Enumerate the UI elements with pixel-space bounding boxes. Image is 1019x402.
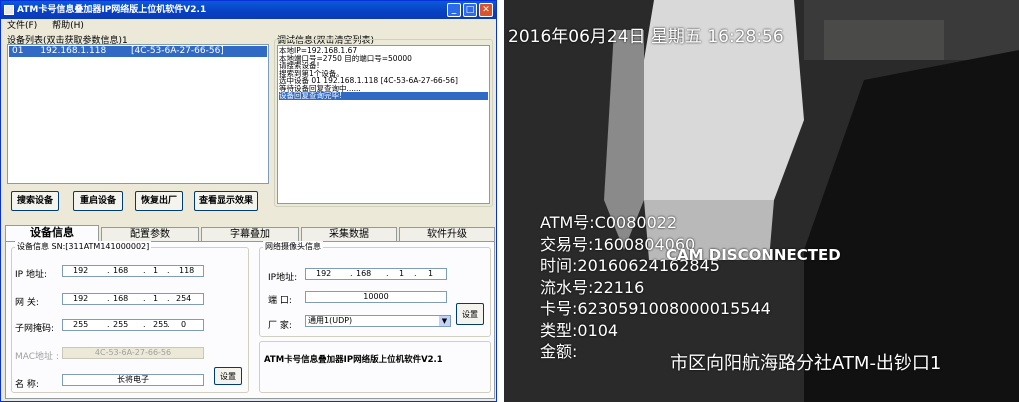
subnet-mask-field[interactable]: 255 . 255 . 255 . 0 [62, 319, 204, 331]
gateway-field[interactable]: 192 . 168 . 1 . 254 [62, 293, 204, 305]
overlay-serial-no: 流水号:22116 [540, 277, 645, 297]
vendor-select[interactable]: 通用1(UDP) ▼ [305, 315, 451, 327]
app-window: ATM卡号信息叠加器IP网络版上位机软件V2.1 _ □ ✕ 文件(F) 帮助(… [0, 0, 497, 402]
tab-collect-data[interactable]: 采集数据 [301, 227, 397, 241]
device-index: 01 [12, 46, 24, 56]
camera-set-button[interactable]: 设置 [456, 303, 484, 325]
tab-config-params[interactable]: 配置参数 [101, 227, 199, 241]
title-bar[interactable]: ATM卡号信息叠加器IP网络版上位机软件V2.1 _ □ ✕ [1, 1, 496, 19]
close-button[interactable]: ✕ [479, 3, 493, 17]
vendor-label: 厂 家: [268, 321, 292, 331]
mac-field: 4C-53-6A-27-66-56 [62, 347, 204, 359]
mask-label: 子网掩码: [15, 324, 55, 334]
overlay-type: 类型:0104 [540, 320, 619, 340]
mask-octet: 255 [73, 320, 89, 329]
debug-line: 搜索到第1个设备。 [279, 68, 344, 78]
restart-device-button[interactable]: 重启设备 [73, 191, 123, 211]
minimize-button[interactable]: _ [447, 3, 461, 17]
gateway-octet: 254 [176, 294, 192, 303]
footer-group [259, 341, 491, 393]
name-label: 名 称: [15, 380, 39, 390]
overlay-lines: ATM号:C0080022 交易号:1600804060 时间:20160624… [540, 212, 771, 363]
device-mac: [4C-53-6A-27-66-56] [131, 46, 224, 56]
camera-ip-octet: 192 [316, 269, 332, 278]
chevron-down-icon[interactable]: ▼ [439, 316, 450, 326]
tab-subtitle-overlay[interactable]: 字幕叠加 [201, 227, 299, 241]
camera-location: 市区向阳航海路分社ATM-出钞口1 [670, 353, 942, 374]
ip-label: IP 地址: [15, 270, 47, 280]
maximize-button[interactable]: □ [463, 3, 477, 17]
device-list[interactable]: 01 192.168.1.118 [4C-53-6A-27-66-56] [7, 44, 269, 184]
camera-info-group-label: 网络摄像头信息 [263, 241, 323, 252]
view-display-button[interactable]: 查看显示效果 [194, 191, 258, 211]
vendor-select-value: 通用1(UDP) [308, 316, 353, 325]
device-set-button[interactable]: 设置 [214, 367, 242, 385]
overlay-card-no: 卡号:6230591008000015544 [540, 299, 771, 318]
debug-list[interactable]: 本地IP=192.168.1.67 本地端口号=2750 目的端口号=50000… [277, 45, 490, 204]
overlay-atm-id: ATM号:C0080022 [540, 213, 678, 232]
tab-software-upgrade[interactable]: 软件升级 [399, 227, 495, 241]
camera-ip-octet: 1 [399, 269, 405, 278]
camera-view: 2016年06月24日 星期五 16:28:56 ATM号:C0080022 交… [504, 0, 1019, 402]
menu-help[interactable]: 帮助(H) [52, 21, 84, 31]
mask-octet: 0 [181, 320, 187, 329]
app-icon [4, 5, 14, 15]
device-info-group-label: 设备信息 SN:[311ATM141000002] [15, 241, 152, 252]
menu-file[interactable]: 文件(F) [7, 21, 37, 31]
mask-octet: 255 [113, 320, 129, 329]
ip-octet: 1 [153, 266, 159, 275]
mask-octet: 255 [153, 320, 169, 329]
device-ip-field[interactable]: 192 . 168 . 1 . 118 [62, 265, 204, 277]
device-name-field[interactable]: 长将电子 [62, 374, 204, 386]
search-device-button[interactable]: 搜索设备 [11, 191, 59, 211]
footer-app-name: ATM卡号信息叠加器IP网络版上位机软件V2.1 [264, 355, 443, 365]
camera-ip-label: IP地址: [268, 273, 298, 283]
ip-octet: 168 [113, 266, 129, 275]
debug-line-selected: 设备回复查询完毕! [279, 92, 488, 100]
camera-ip-field[interactable]: 192 . 168 . 1 . 1 [305, 268, 447, 280]
device-ip: 192.168.1.118 [40, 46, 107, 56]
mac-label: MAC地址 : [15, 352, 59, 362]
window-title: ATM卡号信息叠加器IP网络版上位机软件V2.1 [17, 5, 207, 15]
tab-device-info[interactable]: 设备信息 [5, 225, 99, 242]
ip-octet: 118 [179, 266, 195, 275]
menu-bar: 文件(F) 帮助(H) [1, 20, 496, 32]
port-label: 端 口: [268, 296, 292, 306]
gateway-octet: 1 [153, 294, 159, 303]
device-list-row[interactable]: 01 192.168.1.118 [4C-53-6A-27-66-56] [9, 46, 267, 57]
gateway-octet: 192 [73, 294, 89, 303]
gateway-label: 网 关: [15, 298, 39, 308]
ip-octet: 192 [73, 266, 89, 275]
port-field[interactable]: 10000 [305, 291, 447, 303]
camera-datetime: 2016年06月24日 星期五 16:28:56 [508, 27, 784, 47]
gateway-octet: 168 [113, 294, 129, 303]
camera-ip-octet: 168 [356, 269, 372, 278]
camera-ip-octet: 1 [428, 269, 434, 278]
cam-disconnected-label: CAM DISCONNECTED [666, 246, 841, 264]
factory-reset-button[interactable]: 恢复出厂 [135, 191, 183, 211]
